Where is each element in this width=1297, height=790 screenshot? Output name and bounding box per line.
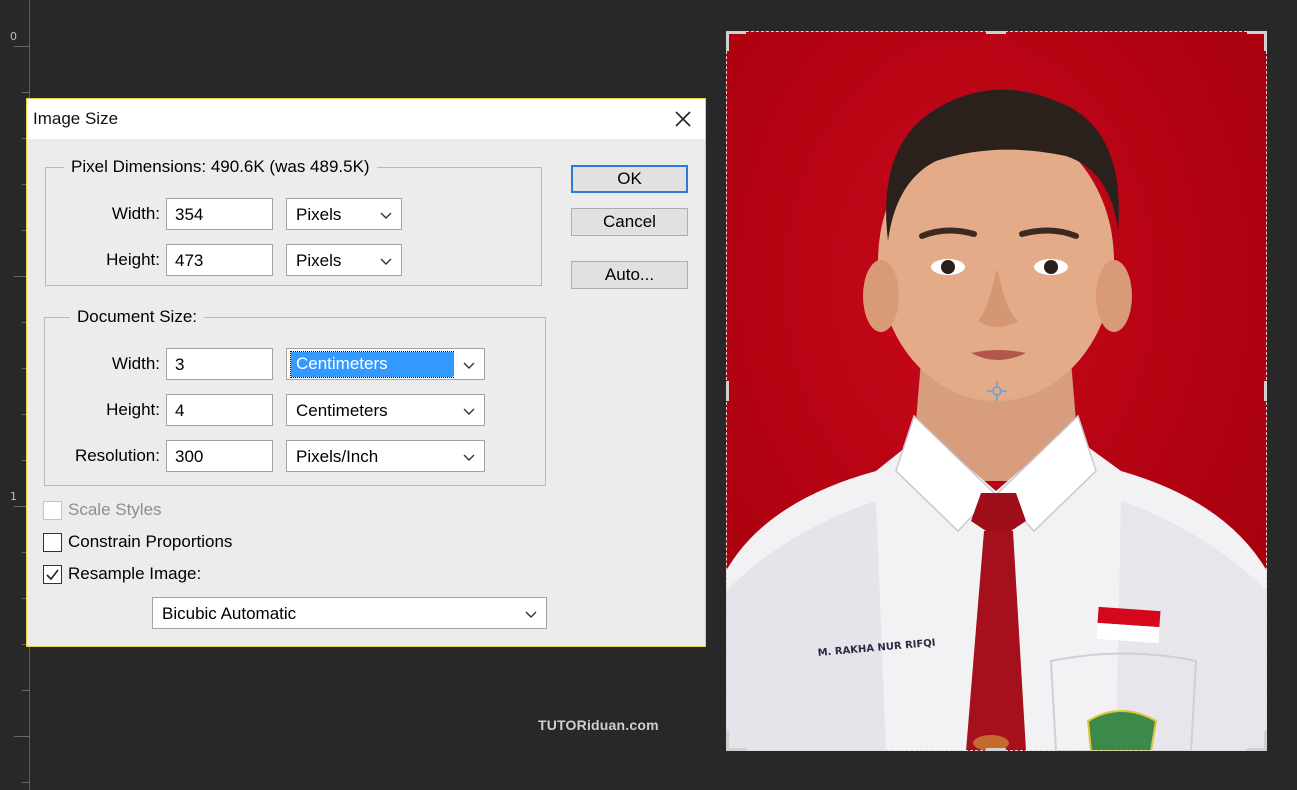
scale-styles-label: Scale Styles (68, 500, 162, 519)
resample-image-label: Resample Image: (68, 564, 202, 583)
dialog-titlebar[interactable]: Image Size (27, 99, 705, 139)
auto-button[interactable]: Auto... (571, 261, 688, 289)
image-size-dialog: Image Size Pixel Dimensions: 490.6K (was… (26, 98, 706, 647)
pixel-height-unit-select[interactable]: Pixels (286, 244, 402, 276)
ruler-label-0: 0 (10, 30, 17, 43)
crop-handle-top-right[interactable] (1247, 31, 1267, 51)
document-width-label: Width: (111, 354, 160, 373)
constrain-proportions-checkbox[interactable]: Constrain Proportions (43, 531, 283, 553)
chevron-down-icon (525, 611, 537, 618)
chevron-down-icon (380, 258, 392, 265)
pixel-width-unit-select[interactable]: Pixels (286, 198, 402, 230)
document-size-legend: Document Size: (70, 307, 204, 327)
crop-handle-bottom-right[interactable] (1247, 731, 1267, 751)
ok-button[interactable]: OK (571, 165, 688, 193)
pixel-height-input[interactable]: 473 (166, 244, 273, 276)
crop-handle-top-left[interactable] (726, 31, 746, 51)
resample-image-box (43, 565, 62, 584)
resolution-label: Resolution: (74, 446, 160, 465)
constrain-proportions-box (43, 533, 62, 552)
pixel-height-label: Height: (106, 250, 160, 269)
constrain-proportions-label: Constrain Proportions (68, 532, 233, 551)
resample-image-checkbox[interactable]: Resample Image: (43, 563, 263, 585)
cancel-button[interactable]: Cancel (571, 208, 688, 236)
document-height-unit-value: Centimeters (296, 401, 388, 420)
pixel-width-input[interactable]: 354 (166, 198, 273, 230)
scale-styles-box (43, 501, 62, 520)
resolution-unit-value: Pixels/Inch (296, 447, 379, 466)
document-height-label: Height: (106, 400, 160, 419)
pixel-height-unit-value: Pixels (296, 251, 342, 270)
resample-method-select[interactable]: Bicubic Automatic (152, 597, 547, 629)
chevron-down-icon (380, 212, 392, 219)
crop-handle-left[interactable] (726, 381, 730, 401)
close-button[interactable] (669, 105, 697, 133)
document-width-unit-value: Centimeters (290, 351, 454, 378)
dialog-title: Image Size (33, 109, 119, 128)
document-height-unit-select[interactable]: Centimeters (286, 394, 485, 426)
resample-method-value: Bicubic Automatic (162, 604, 297, 623)
watermark: TUTORiduan.com (538, 717, 659, 733)
document-height-input[interactable]: 4 (166, 394, 273, 426)
portrait-illustration: M. RAKHA NUR RIFQI (726, 31, 1267, 751)
close-icon (675, 111, 691, 127)
chevron-down-icon (463, 454, 475, 461)
checkmark-icon (46, 569, 59, 581)
chevron-down-icon (463, 408, 475, 415)
pixel-dimensions-legend: Pixel Dimensions: 490.6K (was 489.5K) (64, 157, 377, 177)
crop-handle-bottom-left[interactable] (726, 731, 746, 751)
resolution-unit-select[interactable]: Pixels/Inch (286, 440, 485, 472)
crop-handle-top[interactable] (986, 31, 1006, 35)
document-width-input[interactable]: 3 (166, 348, 273, 380)
scale-styles-checkbox[interactable]: Scale Styles (43, 499, 263, 521)
ruler-label-1: 1 (10, 490, 17, 503)
document-width-unit-select[interactable]: Centimeters (286, 348, 485, 380)
chevron-down-icon (463, 362, 475, 369)
pixel-width-unit-value: Pixels (296, 205, 342, 224)
pixel-width-label: Width: (111, 204, 160, 223)
resolution-input[interactable]: 300 (166, 440, 273, 472)
document-photo[interactable]: M. RAKHA NUR RIFQI (726, 31, 1267, 751)
crop-handle-bottom[interactable] (986, 747, 1006, 751)
crop-handle-right[interactable] (1263, 381, 1267, 401)
